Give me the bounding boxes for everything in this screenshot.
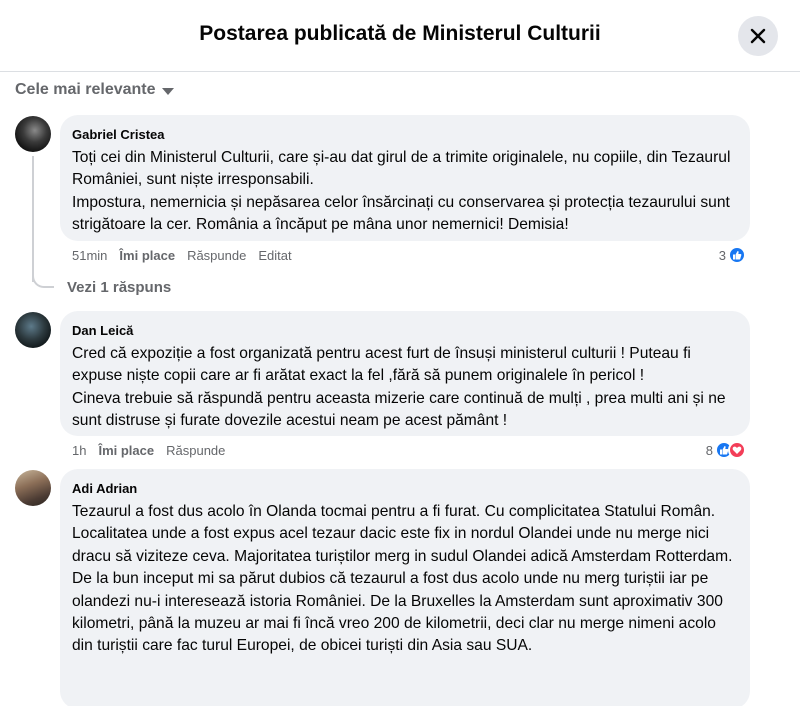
like-button[interactable]: Îmi place xyxy=(119,248,175,263)
reply-button[interactable]: Răspunde xyxy=(187,248,246,263)
reaction-count: 3 xyxy=(718,247,726,263)
love-icon xyxy=(728,441,746,459)
comment-author[interactable]: Dan Leică xyxy=(72,323,738,338)
avatar[interactable] xyxy=(15,116,51,152)
comment-bubble: Adi Adrian Tezaurul a fost dus acolo în … xyxy=(60,469,750,706)
caret-down-icon xyxy=(161,87,174,95)
comment-text: Tezaurul a fost dus acolo în Olanda tocm… xyxy=(72,503,733,655)
avatar[interactable] xyxy=(15,312,51,348)
sort-label: Cele mai relevante xyxy=(15,81,156,98)
reaction-summary[interactable]: 8 xyxy=(706,441,746,459)
edited-label: Editat xyxy=(258,248,292,263)
close-icon xyxy=(750,28,766,44)
dialog-header: Postarea publicată de Ministerul Culturi… xyxy=(0,0,800,72)
comment-bubble: Gabriel Cristea Toți cei din Ministerul … xyxy=(60,115,750,241)
reaction-count: 8 xyxy=(705,442,713,458)
reply-button[interactable]: Răspunde xyxy=(166,443,225,458)
comment-actions: 51min Îmi place Răspunde Editat xyxy=(72,248,292,263)
comment-author[interactable]: Gabriel Cristea xyxy=(72,127,738,142)
comment-text: Toți cei din Ministerul Culturii, care ș… xyxy=(72,149,731,234)
close-button[interactable] xyxy=(738,16,778,56)
like-button[interactable]: Îmi place xyxy=(98,443,154,458)
sort-dropdown[interactable]: Cele mai relevante xyxy=(15,81,174,99)
avatar[interactable] xyxy=(15,470,51,506)
view-replies-link[interactable]: Vezi 1 răspuns xyxy=(67,279,171,296)
reaction-summary[interactable]: 3 xyxy=(719,246,746,264)
comment-author[interactable]: Adi Adrian xyxy=(72,481,738,496)
thread-connector xyxy=(32,270,54,288)
comment-time[interactable]: 51min xyxy=(72,248,107,263)
thread-line xyxy=(32,156,34,282)
comment-bubble: Dan Leică Cred că expoziție a fost organ… xyxy=(60,311,750,436)
dialog-title: Postarea publicată de Ministerul Culturi… xyxy=(199,22,601,45)
comment-actions: 1h Îmi place Răspunde xyxy=(72,443,225,458)
comment-time[interactable]: 1h xyxy=(72,443,86,458)
like-icon xyxy=(728,246,746,264)
comment-text: Cred că expoziție a fost organizată pent… xyxy=(72,345,726,430)
